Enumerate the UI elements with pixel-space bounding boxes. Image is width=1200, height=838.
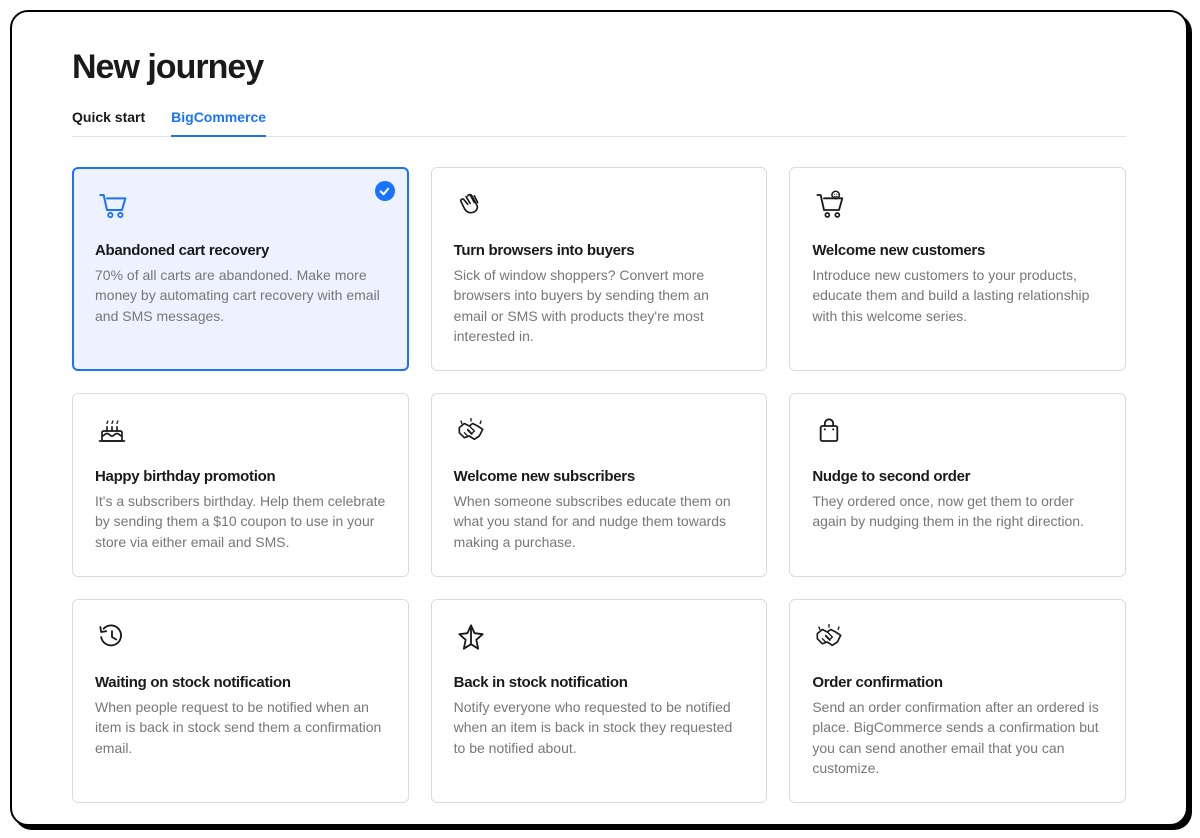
card-title: Waiting on stock notification	[95, 674, 386, 691]
tab-quick-start[interactable]: Quick start	[72, 109, 145, 137]
card-welcome-new-subscribers[interactable]: Welcome new subscribers When someone sub…	[431, 393, 768, 577]
card-title: Back in stock notification	[454, 674, 745, 691]
cart-icon	[95, 190, 386, 224]
card-happy-birthday-promotion[interactable]: Happy birthday promotion It's a subscrib…	[72, 393, 409, 577]
card-description: 70% of all carts are abandoned. Make mor…	[95, 265, 386, 326]
wave-icon	[454, 190, 745, 224]
cake-icon	[95, 416, 386, 450]
check-icon	[379, 186, 390, 197]
card-description: Sick of window shoppers? Convert more br…	[454, 265, 745, 346]
card-description: Send an order confirmation after an orde…	[812, 697, 1103, 778]
card-title: Abandoned cart recovery	[95, 242, 386, 259]
page-title: New journey	[72, 48, 1126, 87]
selected-badge	[375, 181, 395, 201]
tab-bigcommerce[interactable]: BigCommerce	[171, 109, 266, 137]
card-order-confirmation[interactable]: Order confirmation Send an order confirm…	[789, 599, 1126, 803]
card-description: It's a subscribers birthday. Help them c…	[95, 491, 386, 552]
journey-template-grid: Abandoned cart recovery 70% of all carts…	[72, 167, 1126, 803]
card-description: When someone subscribes educate them on …	[454, 491, 745, 552]
card-turn-browsers-into-buyers[interactable]: Turn browsers into buyers Sick of window…	[431, 167, 768, 371]
card-description: Introduce new customers to your products…	[812, 265, 1103, 326]
card-description: When people request to be notified when …	[95, 697, 386, 758]
card-description: They ordered once, now get them to order…	[812, 491, 1103, 532]
card-title: Welcome new customers	[812, 242, 1103, 259]
bag-icon	[812, 416, 1103, 450]
card-title: Welcome new subscribers	[454, 468, 745, 485]
cart-smile-icon	[812, 190, 1103, 224]
card-nudge-to-second-order[interactable]: Nudge to second order They ordered once,…	[789, 393, 1126, 577]
handshake-icon	[454, 416, 745, 450]
card-back-in-stock-notification[interactable]: Back in stock notification Notify everyo…	[431, 599, 768, 803]
card-description: Notify everyone who requested to be noti…	[454, 697, 745, 758]
card-title: Order confirmation	[812, 674, 1103, 691]
card-title: Turn browsers into buyers	[454, 242, 745, 259]
card-waiting-on-stock-notification[interactable]: Waiting on stock notification When peopl…	[72, 599, 409, 803]
journey-type-tabs: Quick start BigCommerce	[72, 109, 1126, 137]
card-title: Nudge to second order	[812, 468, 1103, 485]
card-welcome-new-customers[interactable]: Welcome new customers Introduce new cust…	[789, 167, 1126, 371]
star-icon	[454, 622, 745, 656]
app-frame: New journey Quick start BigCommerce Aban…	[10, 10, 1188, 826]
handshake-icon	[812, 622, 1103, 656]
card-abandoned-cart-recovery[interactable]: Abandoned cart recovery 70% of all carts…	[72, 167, 409, 371]
card-title: Happy birthday promotion	[95, 468, 386, 485]
clock-back-icon	[95, 622, 386, 656]
